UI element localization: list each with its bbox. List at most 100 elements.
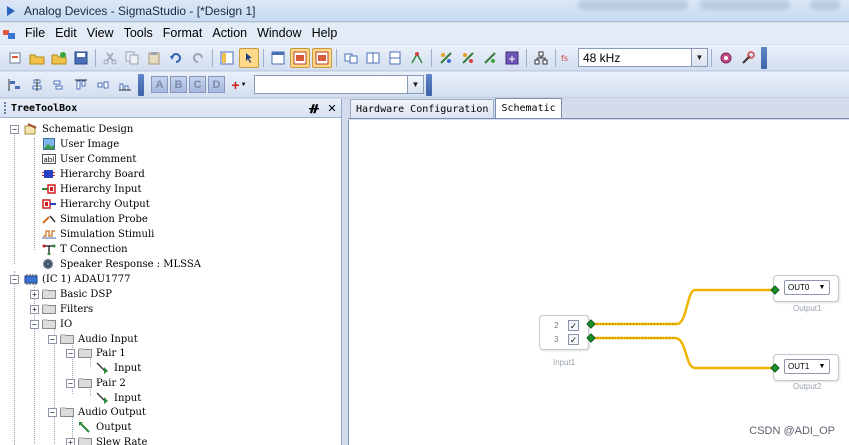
menu-help[interactable]: Help (307, 23, 343, 44)
schematic-canvas[interactable]: 2 ✓ 3 ✓ Input1 OUT0 ▼ Output1 OUT1 ▼ Out… (348, 120, 849, 445)
undo-icon[interactable] (166, 48, 186, 68)
layout-a-button[interactable] (290, 47, 310, 68)
input-block[interactable]: 2 ✓ 3 ✓ (539, 315, 589, 350)
collapse-toggle[interactable]: − (66, 379, 75, 388)
paste-icon[interactable] (144, 48, 164, 68)
tree-node-speaker-response[interactable]: Speaker Response : MLSSA (42, 257, 201, 271)
output-pin-icon[interactable] (586, 333, 596, 343)
export-icon[interactable] (502, 48, 522, 68)
open-recent-button[interactable] (49, 48, 69, 68)
toolbar-overflow-button[interactable] (426, 73, 432, 96)
tree-node-audio-output[interactable]: Audio Output (60, 405, 146, 419)
chevron-down-icon[interactable]: ▼ (815, 360, 829, 373)
layer-a-button[interactable]: A (151, 76, 168, 93)
chevron-down-icon[interactable]: ▼ (691, 49, 707, 66)
link-compile-connect-icon[interactable] (480, 48, 500, 68)
copy-icon[interactable] (122, 48, 142, 68)
tree-node-schematic-design[interactable]: Schematic Design (24, 122, 133, 136)
tree-node-filters[interactable]: Filters (42, 302, 93, 316)
tree-node-input-pair2[interactable]: Input (96, 391, 141, 405)
tab-hardware-configuration[interactable]: Hardware Configuration (350, 99, 495, 118)
output-select[interactable]: OUT1 ▼ (784, 359, 830, 374)
input-pin-icon[interactable] (770, 363, 780, 373)
hierarchy-icon[interactable] (531, 48, 551, 68)
tree-node-input-pair1[interactable]: Input (96, 361, 141, 375)
highlight-button[interactable] (239, 47, 259, 68)
tree-node-io[interactable]: IO (42, 317, 72, 331)
tile-icon[interactable] (363, 48, 383, 68)
collapse-toggle[interactable]: − (30, 320, 39, 329)
expand-toggle[interactable]: + (30, 290, 39, 299)
redo-icon[interactable] (188, 48, 208, 68)
tree-node-simulation-stimuli[interactable]: Simulation Stimuli (42, 227, 154, 241)
sample-rate-select[interactable]: 48 kHz ▼ (578, 48, 708, 67)
tree-node-hierarchy-input[interactable]: Hierarchy Input (42, 182, 141, 196)
toolbar-overflow-button[interactable] (138, 73, 144, 96)
collapse-toggle[interactable]: − (10, 125, 19, 134)
collapse-toggle[interactable]: − (48, 408, 57, 417)
new-project-button[interactable] (5, 48, 25, 68)
input-channel-checkbox[interactable]: ✓ (568, 334, 579, 345)
menu-window[interactable]: Window (252, 23, 306, 44)
input-pin-icon[interactable] (770, 285, 780, 295)
pin-icon[interactable]: ᚌ (305, 102, 323, 115)
tree-node-t-connection[interactable]: T Connection (42, 242, 128, 256)
tree-node-audio-input[interactable]: Audio Input (60, 332, 138, 346)
align-middle-icon[interactable] (93, 75, 113, 95)
collapse-toggle[interactable]: − (10, 275, 19, 284)
toolbar-overflow-button[interactable] (761, 46, 767, 69)
wire-tool-icon[interactable] (407, 48, 427, 68)
tree-node-ic1[interactable]: (IC 1) ADAU1777 (24, 272, 130, 286)
menu-tools[interactable]: Tools (119, 23, 158, 44)
wire-ch2-out0[interactable] (591, 288, 775, 326)
arrange-icon[interactable] (341, 48, 361, 68)
align-bottom-icon[interactable] (115, 75, 135, 95)
layer-c-button[interactable]: C (189, 76, 206, 93)
cut-icon[interactable] (100, 48, 120, 68)
save-icon[interactable] (71, 48, 91, 68)
tree-node-pair-2[interactable]: Pair 2 (78, 376, 126, 390)
tree-node-simulation-probe[interactable]: Simulation Probe (42, 212, 148, 226)
tree-node-output[interactable]: Output (78, 420, 132, 434)
align-center-icon[interactable] (27, 75, 47, 95)
link-compile-icon[interactable] (436, 48, 456, 68)
tree-node-user-image[interactable]: User Image (42, 137, 119, 151)
open-button[interactable] (27, 48, 47, 68)
output-select[interactable]: OUT0 ▼ (784, 280, 830, 295)
menu-view[interactable]: View (82, 23, 119, 44)
expand-toggle[interactable]: + (30, 305, 39, 314)
layer-d-button[interactable]: D (208, 76, 225, 93)
tree-node-basic-dsp[interactable]: Basic DSP (42, 287, 112, 301)
link-compile-download-icon[interactable] (458, 48, 478, 68)
tree-node-hierarchy-board[interactable]: Hierarchy Board (42, 167, 145, 181)
expand-toggle[interactable]: + (66, 438, 75, 445)
tree-node-slew-rate[interactable]: Slew Rate (78, 435, 147, 445)
close-icon[interactable]: ✕ (323, 102, 341, 115)
tree-node-pair-1[interactable]: Pair 1 (78, 346, 126, 360)
window-layout-button[interactable] (268, 48, 288, 68)
tree-node-user-comment[interactable]: abl User Comment (42, 152, 136, 166)
menu-format[interactable]: Format (158, 23, 208, 44)
chevron-down-icon[interactable]: ▼ (407, 76, 423, 93)
output-block-2[interactable]: OUT1 ▼ (773, 354, 839, 381)
menu-action[interactable]: Action (207, 23, 252, 44)
tab-schematic[interactable]: Schematic (495, 98, 562, 118)
tree-node-hierarchy-output[interactable]: Hierarchy Output (42, 197, 150, 211)
collapse-toggle[interactable]: − (48, 335, 57, 344)
add-layer-button[interactable]: + ▼ (227, 75, 251, 95)
layout-b-button[interactable] (312, 47, 332, 68)
settings-gear-icon[interactable] (716, 48, 736, 68)
align-top-icon[interactable] (71, 75, 91, 95)
align-right-icon[interactable] (49, 75, 69, 95)
input-channel-checkbox[interactable]: ✓ (568, 320, 579, 331)
layer-b-button[interactable]: B (170, 76, 187, 93)
output-pin-icon[interactable] (586, 319, 596, 329)
layer-select[interactable]: ▼ (254, 75, 424, 94)
output-block-1[interactable]: OUT0 ▼ (773, 275, 839, 302)
wire-ch3-out1[interactable] (591, 336, 775, 370)
align-left-icon[interactable] (5, 75, 25, 95)
chevron-down-icon[interactable]: ▼ (815, 281, 829, 294)
tools-wrench-icon[interactable] (738, 48, 758, 68)
split-icon[interactable] (385, 48, 405, 68)
menu-file[interactable]: File (20, 23, 50, 44)
